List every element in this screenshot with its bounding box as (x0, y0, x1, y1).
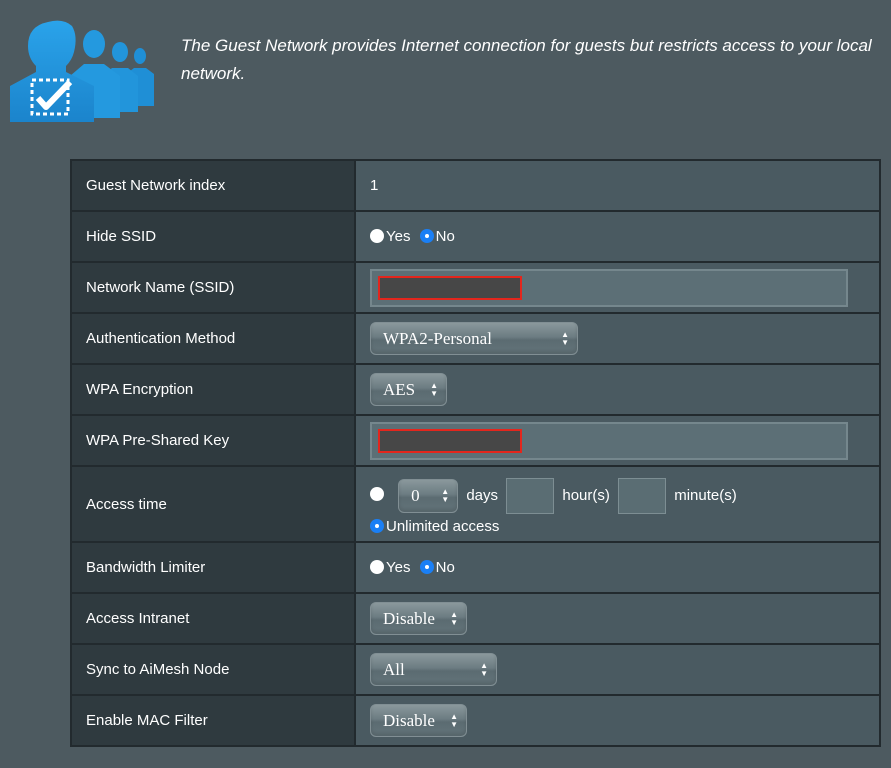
bandwidth-yes-label[interactable]: Yes (386, 559, 410, 576)
row-wpa-encryption: WPA Encryption AES ▲ ▼ (70, 363, 881, 416)
mac-filter-select[interactable]: Disable ▲ ▼ (370, 704, 467, 737)
sync-aimesh-select[interactable]: All ▲ ▼ (370, 653, 497, 686)
row-bandwidth-limiter: Bandwidth Limiter Yes No (70, 541, 881, 594)
hide-ssid-yes-label[interactable]: Yes (386, 228, 410, 245)
access-intranet-select[interactable]: Disable ▲ ▼ (370, 602, 467, 635)
guest-users-icon (8, 14, 158, 124)
access-time-label: Access time (70, 465, 356, 543)
access-time-limited-radio[interactable] (370, 487, 384, 502)
psk-input[interactable] (370, 421, 848, 460)
access-intranet-label: Access Intranet (70, 592, 356, 645)
mac-filter-label: Enable MAC Filter (70, 694, 356, 747)
row-sync-aimesh: Sync to AiMesh Node All ▲ ▼ (70, 643, 881, 696)
hours-label: hour(s) (562, 487, 610, 504)
access-hours-input[interactable] (506, 477, 555, 514)
row-network-name: Network Name (SSID) (70, 261, 881, 314)
access-intranet-value: Disable (383, 608, 435, 628)
unlimited-access-label[interactable]: Unlimited access (386, 518, 499, 535)
row-wpa-pre-shared-key: WPA Pre-Shared Key (70, 414, 881, 467)
hide-ssid-no-radio[interactable] (419, 229, 434, 243)
sync-aimesh-value: All (383, 659, 405, 679)
access-days-value: 0 (411, 485, 420, 505)
guest-network-description: The Guest Network provides Internet conn… (181, 36, 872, 83)
hide-ssid-yes-radio[interactable] (370, 229, 384, 243)
mac-filter-value: Disable (383, 710, 435, 730)
select-arrows-icon: ▲ ▼ (441, 486, 450, 504)
wpa-pre-shared-key-label: WPA Pre-Shared Key (70, 414, 356, 467)
psk-redacted-value (378, 428, 522, 453)
authentication-method-select[interactable]: WPA2-Personal ▲ ▼ (370, 322, 578, 355)
select-arrows-icon: ▲ ▼ (561, 329, 569, 347)
minutes-label: minute(s) (674, 487, 737, 504)
wpa-encryption-value: AES (383, 379, 416, 399)
days-label: days (466, 487, 499, 504)
hide-ssid-no-label[interactable]: No (436, 228, 455, 245)
bandwidth-yes-radio[interactable] (370, 560, 384, 574)
bandwidth-no-radio[interactable] (419, 560, 434, 574)
guest-network-settings-table: Guest Network index 1 Hide SSID Yes No N… (70, 159, 881, 747)
select-arrows-icon: ▲ ▼ (430, 380, 438, 398)
ssid-redacted-value (378, 275, 522, 300)
access-days-select[interactable]: 0 ▲ ▼ (398, 478, 459, 513)
row-access-intranet: Access Intranet Disable ▲ ▼ (70, 592, 881, 645)
row-access-time: Access time 0 ▲ ▼ days hour(s) minute(s) … (70, 465, 881, 543)
network-name-label: Network Name (SSID) (70, 261, 356, 314)
row-mac-filter: Enable MAC Filter Disable ▲ ▼ (70, 694, 881, 747)
wpa-encryption-select[interactable]: AES ▲ ▼ (370, 373, 447, 406)
wpa-encryption-label: WPA Encryption (70, 363, 356, 416)
select-arrows-icon: ▲ ▼ (450, 609, 458, 627)
authentication-method-label: Authentication Method (70, 312, 356, 365)
ssid-input[interactable] (370, 268, 848, 307)
sync-aimesh-label: Sync to AiMesh Node (70, 643, 356, 696)
hide-ssid-label: Hide SSID (70, 210, 356, 263)
select-arrows-icon: ▲ ▼ (480, 660, 488, 678)
bandwidth-no-label[interactable]: No (436, 559, 455, 576)
guest-network-index-label: Guest Network index (70, 159, 356, 212)
row-guest-network-index: Guest Network index 1 (70, 159, 881, 212)
access-minutes-input[interactable] (618, 477, 667, 514)
row-hide-ssid: Hide SSID Yes No (70, 210, 881, 263)
row-authentication-method: Authentication Method WPA2-Personal ▲ ▼ (70, 312, 881, 365)
unlimited-access-radio[interactable] (370, 518, 384, 533)
authentication-method-value: WPA2-Personal (383, 328, 492, 348)
guest-network-index-value: 1 (370, 177, 379, 194)
bandwidth-limiter-label: Bandwidth Limiter (70, 541, 356, 594)
select-arrows-icon: ▲ ▼ (450, 711, 458, 729)
